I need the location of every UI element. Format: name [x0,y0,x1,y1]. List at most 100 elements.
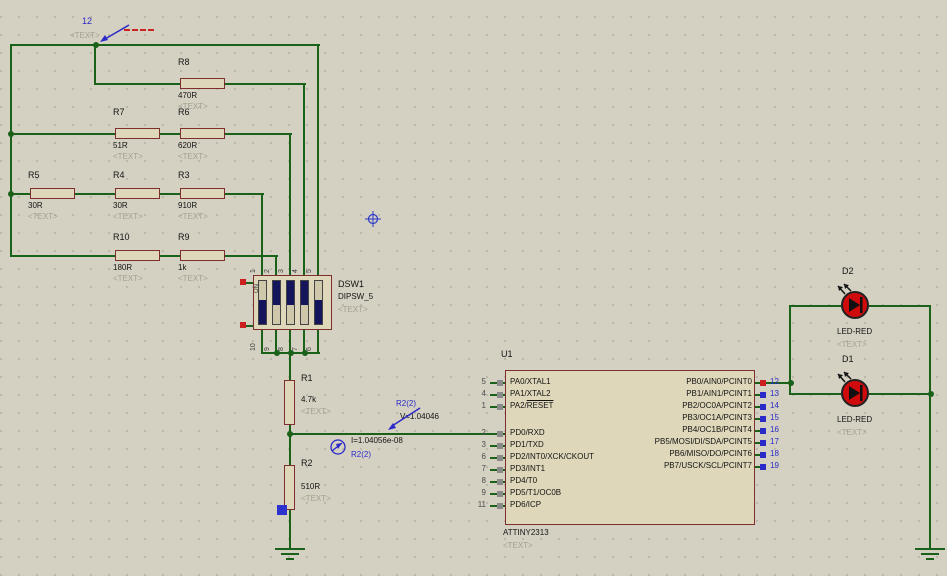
dip-switch-handle[interactable] [315,300,322,324]
wire-segment[interactable] [225,83,306,85]
dip-pin-number: 9 [264,332,271,351]
schematic-canvas: 12 <TEXT> R8 470R <TEXT> R7 51R <TEXT> R… [0,0,947,576]
mcu-pin-label: PD4/T0 [510,476,537,485]
mcu-pin-number: 19 [770,461,779,470]
mcu-pin-label: PA2/RESET [510,401,553,410]
wire-segment[interactable] [225,133,292,135]
mcu-pin-label: PB1/AIN1/PCINT1 [686,389,752,398]
wire-segment[interactable] [75,193,115,195]
resistor-body-r5[interactable] [30,188,75,199]
resistor-body-r9[interactable] [180,250,225,261]
mcu-pin-number: 8 [466,476,486,485]
pin-state-indicator [497,443,503,449]
mcu-pin-number: 7 [466,464,486,473]
resistor-body-r2[interactable] [284,465,295,510]
dip-switch-handle[interactable] [259,300,266,324]
led-placeholder: <TEXT> [837,428,867,437]
wire-segment[interactable] [10,44,12,257]
resistor-value: 910R [178,201,197,210]
mcu-pin-label: PB4/OC1B/PCINT4 [682,425,752,434]
voltage-probe-arrow-icon[interactable] [380,404,424,434]
wire-segment[interactable] [160,133,180,135]
wire-segment[interactable] [289,352,291,380]
mcu-pin-number: 3 [466,440,486,449]
resistor-placeholder: <TEXT> [178,152,208,161]
led-placeholder: <TEXT> [837,340,867,349]
current-probe-name[interactable]: R2(2) [351,450,371,459]
resistor-value: 30R [113,201,128,210]
mcu-part-number: ATTINY2313 [503,528,549,537]
led-d2-symbol[interactable] [830,283,880,327]
wire-segment[interactable] [10,44,320,46]
mcu-pin-label: PB3/OC1A/PCINT3 [682,413,752,422]
resistor-ref: R2 [301,458,313,468]
wire-segment[interactable] [94,44,96,85]
mcu-pin-label: PD5/T1/OC0B [510,488,561,497]
pin-state-indicator [760,428,766,434]
resistor-ref: R10 [113,232,130,242]
resistor-value: 510R [301,482,320,491]
wire-segment[interactable] [225,193,264,195]
mcu-pin-label: PB2/OC0A/PCINT2 [682,401,752,410]
resistor-value: 180R [113,263,132,272]
resistor-ref: R6 [178,107,190,117]
pin-state-indicator [497,380,503,386]
dip-pin-number: 4 [292,255,299,273]
led-d1-symbol[interactable] [830,371,880,415]
wire-segment[interactable] [929,305,931,550]
mcu-pin-number: 9 [466,488,486,497]
resistor-body-r7[interactable] [115,128,160,139]
dip-switch-handle[interactable] [301,281,308,305]
wire-segment[interactable] [261,330,263,354]
resistor-body-r1[interactable] [284,380,295,425]
pin-state-indicator [760,464,766,470]
mcu-pin-number: 16 [770,425,779,434]
resistor-value: 30R [28,201,43,210]
wire-segment[interactable] [317,44,319,275]
mcu-pin-number: 2 [466,428,486,437]
resistor-placeholder: <TEXT> [301,494,331,503]
mcu-ref: U1 [501,349,513,359]
resistor-body-r4[interactable] [115,188,160,199]
resistor-body-r8[interactable] [180,78,225,89]
dip-switch-handle[interactable] [287,281,294,305]
pin-state-indicator [760,380,766,386]
resistor-ref: R1 [301,373,313,383]
wire-segment[interactable] [261,193,263,275]
net-label[interactable]: 12 [82,16,92,26]
pin-state-indicator [497,392,503,398]
resistor-placeholder: <TEXT> [113,152,143,161]
origin-marker-icon [365,211,381,227]
wire-segment[interactable] [10,255,115,257]
ground-symbol [926,558,934,560]
resistor-body-r6[interactable] [180,128,225,139]
wire-segment[interactable] [317,330,319,354]
wire-segment[interactable] [10,133,115,135]
wire-segment[interactable] [303,83,305,275]
mcu-pin-number: 14 [770,401,779,410]
dip-ref: DSW1 [338,279,364,289]
junction-dot [8,191,14,197]
wire-segment[interactable] [289,510,291,550]
dip-switch-handle[interactable] [273,281,280,305]
dip-value: DIPSW_5 [338,292,373,301]
wire-segment[interactable] [160,255,180,257]
pin-state-indicator [497,404,503,410]
dip-pin-number: 5 [306,255,313,273]
wire-segment[interactable] [95,83,180,85]
resistor-body-r10[interactable] [115,250,160,261]
resistor-placeholder: <TEXT> [113,274,143,283]
mcu-placeholder: <TEXT> [503,541,533,550]
dip-switch-slot [286,280,295,325]
wire-segment[interactable] [289,133,291,275]
mcu-pin-label: PB7/USCK/SCL/PCINT7 [664,461,752,470]
wire-segment[interactable] [275,255,277,275]
dip-placeholder: <TEXT> [338,305,368,314]
probe-marker[interactable] [277,505,287,515]
mcu-pin-label: PD3/INT1 [510,464,545,473]
probe-arrow-icon[interactable] [96,22,134,46]
resistor-body-r3[interactable] [180,188,225,199]
current-probe-icon[interactable] [329,438,349,458]
wire-segment[interactable] [160,193,180,195]
current-probe-value: I=1.04056e-08 [351,436,403,445]
